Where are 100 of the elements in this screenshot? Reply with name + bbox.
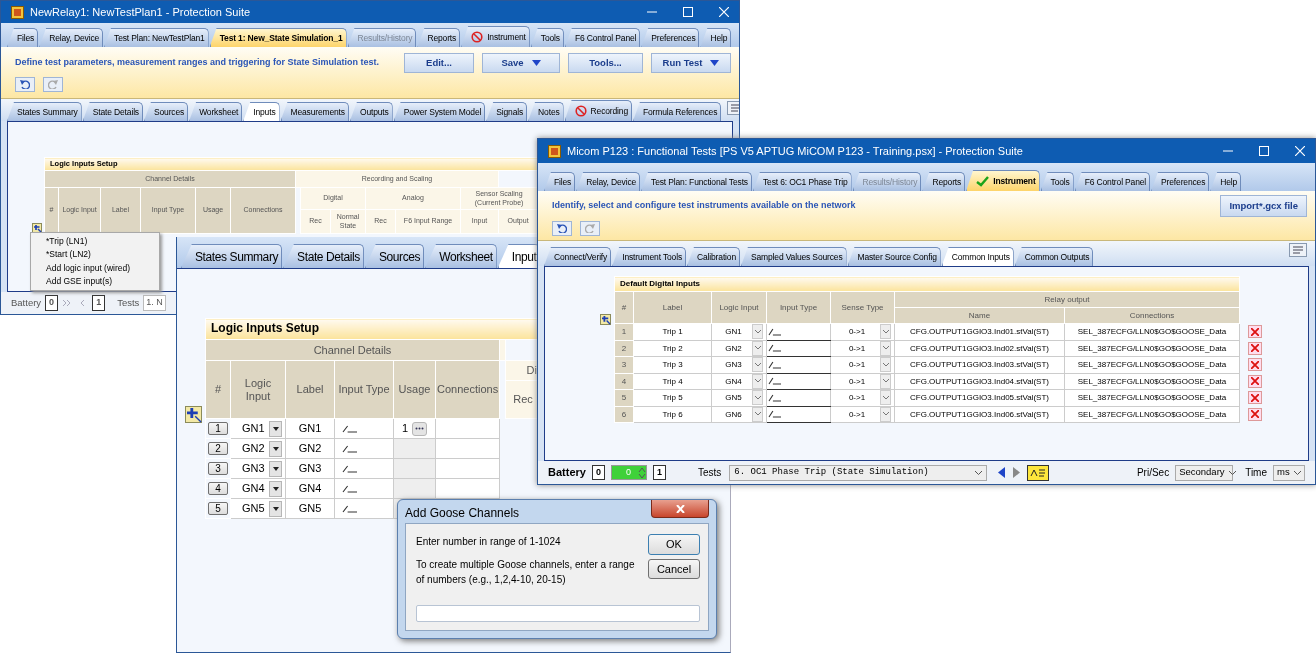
tab[interactable]: Help bbox=[1210, 171, 1242, 191]
menu-item[interactable]: *Trip (LN1) bbox=[31, 235, 159, 249]
caret-icon bbox=[754, 362, 761, 367]
table-cell-text: GN2 bbox=[724, 343, 743, 353]
tab[interactable]: Help bbox=[700, 27, 732, 47]
undo-button[interactable] bbox=[552, 221, 572, 237]
delete-button[interactable] bbox=[1247, 341, 1262, 355]
tests-field[interactable]: 1. N bbox=[143, 295, 166, 311]
row-number-button[interactable]: 2 bbox=[208, 441, 228, 456]
tab[interactable]: Instrument Tools bbox=[612, 246, 686, 266]
tab[interactable]: Files bbox=[544, 171, 576, 191]
caret-icon bbox=[272, 466, 279, 471]
row-number-button[interactable]: 5 bbox=[208, 501, 228, 516]
row-number-button[interactable]: 4 bbox=[208, 481, 228, 496]
toolbar-button[interactable]: Save bbox=[482, 52, 560, 74]
tab[interactable]: Test Plan: NewTestPlan1 bbox=[104, 27, 209, 47]
dropdown-button[interactable] bbox=[269, 460, 282, 477]
maximize-icon[interactable] bbox=[1259, 146, 1269, 156]
tab[interactable]: Reports bbox=[417, 27, 461, 47]
tab[interactable]: Sources bbox=[364, 243, 425, 268]
dropdown-button[interactable] bbox=[269, 500, 282, 517]
maximize-icon[interactable] bbox=[683, 7, 693, 17]
close-icon[interactable] bbox=[719, 7, 729, 17]
tab[interactable]: Master Source Config bbox=[847, 246, 941, 266]
toolbar-button[interactable]: Edit... bbox=[404, 52, 474, 74]
tab[interactable]: Test Plan: Functional Tests bbox=[641, 171, 752, 191]
contact-icon bbox=[342, 464, 358, 473]
tab[interactable]: Outputs bbox=[349, 101, 393, 121]
tab[interactable]: Notes bbox=[528, 101, 564, 121]
tab[interactable]: Preferences bbox=[1151, 171, 1210, 191]
column-header: Usage bbox=[393, 360, 436, 419]
tab[interactable]: Sources bbox=[144, 101, 189, 121]
tab[interactable]: Test 6: OC1 Phase Trip bbox=[752, 171, 852, 191]
tab[interactable]: Signals bbox=[486, 101, 528, 121]
tab[interactable]: F6 Control Panel bbox=[1074, 171, 1151, 191]
delete-button[interactable] bbox=[1247, 407, 1262, 421]
tab[interactable]: Files bbox=[7, 27, 39, 47]
delete-button[interactable] bbox=[1247, 358, 1262, 372]
undo-button[interactable] bbox=[15, 77, 35, 93]
panel-icon[interactable] bbox=[1289, 243, 1307, 257]
tab[interactable]: Tools bbox=[530, 27, 564, 47]
column-header: Sense Type bbox=[830, 291, 895, 324]
window-title: NewRelay1: NewTestPlan1 - Protection Suite bbox=[30, 4, 252, 20]
next-icon[interactable] bbox=[1012, 467, 1022, 478]
delete-button[interactable] bbox=[1247, 325, 1262, 339]
tab[interactable]: State Details bbox=[283, 243, 364, 268]
add-icon[interactable] bbox=[185, 406, 202, 423]
caret-icon bbox=[975, 470, 983, 475]
tab[interactable]: Instrument bbox=[461, 26, 530, 47]
delete-button[interactable] bbox=[1247, 391, 1262, 405]
tab[interactable]: Formula References bbox=[633, 101, 722, 121]
input-field[interactable] bbox=[416, 605, 700, 622]
menu-item[interactable]: Add GSE input(s) bbox=[31, 275, 159, 289]
menu-item[interactable]: *Start (LN2) bbox=[31, 248, 159, 262]
row-number-button[interactable]: 1 bbox=[208, 421, 228, 436]
toolbar-button[interactable]: Run Test bbox=[651, 52, 731, 74]
tab[interactable]: F6 Control Panel bbox=[564, 27, 641, 47]
tab[interactable]: Power System Model bbox=[393, 101, 486, 121]
tab[interactable]: Tools bbox=[1040, 171, 1074, 191]
dropdown-button[interactable] bbox=[269, 420, 282, 437]
table-cell-text: 0->1 bbox=[847, 327, 867, 337]
tab[interactable]: Connect/Verify bbox=[544, 246, 612, 266]
tab[interactable]: Relay, Device bbox=[576, 171, 641, 191]
dialog-button[interactable]: Cancel bbox=[648, 558, 700, 579]
table-cell: GN2 bbox=[242, 442, 265, 455]
report-icon[interactable] bbox=[1027, 464, 1050, 481]
tab[interactable]: Relay, Device bbox=[39, 27, 104, 47]
tab[interactable]: Measurements bbox=[280, 101, 349, 121]
dropdown-button[interactable] bbox=[269, 440, 282, 457]
tab[interactable]: Worksheet bbox=[189, 101, 243, 121]
dropdown-button[interactable] bbox=[269, 480, 282, 497]
tab[interactable]: Inputs bbox=[243, 101, 280, 121]
caret-icon bbox=[754, 412, 761, 417]
tab[interactable]: Common Outputs bbox=[1014, 246, 1094, 266]
tab[interactable]: Worksheet bbox=[425, 243, 497, 268]
add-icon[interactable] bbox=[600, 314, 611, 325]
close-icon[interactable] bbox=[1295, 146, 1305, 156]
tab[interactable]: Test 1: New_State Simulation_1 bbox=[209, 27, 347, 47]
tab[interactable]: Preferences bbox=[641, 27, 700, 47]
row-number-button[interactable]: 3 bbox=[208, 461, 228, 476]
tab[interactable]: State Details bbox=[82, 101, 143, 121]
import-button[interactable]: Import*.gcx file bbox=[1220, 194, 1307, 218]
dialog-button[interactable]: OK bbox=[648, 534, 700, 555]
tab[interactable]: Common Inputs bbox=[941, 246, 1014, 266]
more-button[interactable] bbox=[412, 421, 428, 436]
tab[interactable]: Instrument bbox=[966, 170, 1040, 191]
tab[interactable]: Sampled Values Sources bbox=[741, 246, 847, 266]
close-button[interactable] bbox=[651, 500, 709, 518]
tab[interactable]: States Summary bbox=[181, 243, 283, 268]
delete-button[interactable] bbox=[1247, 374, 1262, 388]
blocked-icon bbox=[574, 105, 587, 117]
tab[interactable]: States Summary bbox=[7, 101, 82, 121]
toolbar-button[interactable]: Tools... bbox=[568, 52, 643, 74]
tab[interactable]: Recording bbox=[564, 100, 632, 121]
previous-icon[interactable] bbox=[997, 467, 1007, 478]
contact-icon bbox=[768, 377, 782, 386]
tab[interactable]: Reports bbox=[922, 171, 966, 191]
table-cell-text: 0->1 bbox=[847, 376, 867, 386]
menu-item[interactable]: Add logic input (wired) bbox=[31, 261, 159, 276]
tab[interactable]: Calibration bbox=[687, 246, 740, 266]
